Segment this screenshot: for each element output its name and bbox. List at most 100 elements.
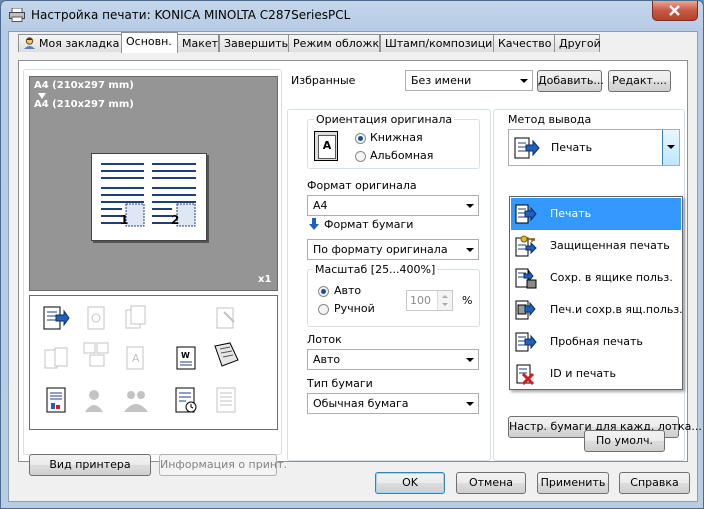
key-print-icon xyxy=(515,235,537,257)
copies-icon[interactable] xyxy=(122,304,150,332)
staple-icon[interactable] xyxy=(212,304,240,332)
account-track-icon[interactable] xyxy=(122,386,150,414)
zoom-value-input: 100 xyxy=(406,290,453,311)
apply-button[interactable]: Применить xyxy=(537,472,609,494)
output-option-id-print[interactable]: ID и печать xyxy=(511,358,681,390)
zoom-auto-radio[interactable] xyxy=(318,286,329,297)
tab-my-tab[interactable]: Моя закладка xyxy=(18,34,122,52)
landscape-label: Альбомная xyxy=(370,149,434,162)
print-output-icon xyxy=(514,137,540,159)
page-number-2: 2 xyxy=(171,213,180,227)
output-option-proof-print[interactable]: Пробная печать xyxy=(511,326,681,358)
original-size-value: A4 xyxy=(313,199,328,212)
output-print-icon[interactable] xyxy=(42,304,70,332)
original-size-select[interactable]: A4 xyxy=(307,195,479,216)
output-option-secure-print[interactable]: Защищенная печать xyxy=(511,230,681,262)
copies-indicator: x1 xyxy=(258,274,272,285)
tab-label: Другой xyxy=(559,37,601,50)
close-icon xyxy=(669,5,680,16)
tab-label: Моя закладка xyxy=(39,37,120,50)
option-label: ID и печать xyxy=(550,367,616,380)
id-print-icon xyxy=(516,364,535,385)
output-method-value: Печать xyxy=(551,141,593,154)
printer-info-button: Информация о принт. xyxy=(159,454,287,476)
chevron-down-icon xyxy=(520,79,528,83)
defaults-button[interactable]: По умолч. xyxy=(584,430,665,452)
paper-type-label: Тип бумаги xyxy=(307,377,373,390)
tab-label: Основн. xyxy=(126,35,172,48)
tab-stamp[interactable]: Штамп/композиция xyxy=(380,34,499,52)
dropdown-arrow-button[interactable] xyxy=(662,130,679,165)
tab-basic[interactable]: Основн. xyxy=(121,32,178,53)
tab-layout[interactable]: Макет xyxy=(177,34,219,52)
fold-icon[interactable] xyxy=(212,340,240,368)
spin-arrows-icon xyxy=(437,291,452,310)
close-button[interactable] xyxy=(652,1,698,21)
landscape-radio[interactable] xyxy=(355,151,366,162)
add-favorite-button[interactable]: Добавить... xyxy=(537,70,604,92)
two-up-layout-icon xyxy=(101,163,196,227)
option-label: Печать xyxy=(550,207,592,220)
collate-icon[interactable] xyxy=(82,304,110,332)
paper-type-select[interactable]: Обычная бумага xyxy=(307,393,479,414)
zoom-manual-label: Ручной xyxy=(334,302,375,315)
chevron-down-icon xyxy=(466,402,474,406)
output-option-print-and-save[interactable]: Печ.и сохр.в ящ.польз. xyxy=(511,294,683,326)
tab-quality[interactable]: Качество xyxy=(493,34,555,52)
output-option-save-box[interactable]: Сохр. в ящике польз. xyxy=(511,262,681,294)
duplex-icon[interactable] xyxy=(42,344,70,372)
option-label: Защищенная печать xyxy=(550,239,670,252)
original-size-label: Формат оригинала xyxy=(307,179,417,192)
zoom-label: Масштаб [25...400%] xyxy=(313,263,438,276)
edit-favorite-button[interactable]: Редакт.... xyxy=(608,70,671,92)
svg-text:A: A xyxy=(132,352,140,365)
tray-value: Авто xyxy=(313,353,341,366)
combine-icon[interactable] xyxy=(82,340,110,368)
printer-view-button[interactable]: Вид принтера xyxy=(29,454,151,476)
printer-icon xyxy=(9,8,25,22)
dialog-client: Моя закладка Основн. Макет Завершить Реж… xyxy=(8,31,702,502)
tray-label: Лоток xyxy=(307,333,342,346)
portrait-radio[interactable] xyxy=(355,133,366,144)
watermark-icon[interactable] xyxy=(212,386,240,414)
zoom-value: 100 xyxy=(410,294,431,307)
print-preview: A4 (210x297 mm) A4 (210x297 mm) 1 2 x1 xyxy=(29,76,278,291)
tab-cover-mode[interactable]: Режим обложки xyxy=(288,34,386,52)
option-label: Сохр. в ящике польз. xyxy=(550,271,673,284)
zoom-manual-radio[interactable] xyxy=(318,304,329,315)
print-output-icon xyxy=(515,204,537,224)
stamp-icon[interactable] xyxy=(172,386,200,414)
tab-finish[interactable]: Завершить xyxy=(219,34,289,52)
title-bar[interactable]: Настройка печати: KONICA MINOLTA C287Ser… xyxy=(1,1,703,31)
color-document-icon[interactable] xyxy=(42,386,70,414)
output-option-print[interactable]: Печать xyxy=(511,198,681,230)
print-save-box-icon xyxy=(515,300,536,320)
arrow-down-blue-icon xyxy=(309,218,319,230)
paper-size-label: Формат бумаги xyxy=(324,218,414,231)
output-method-select[interactable]: Печать xyxy=(508,129,680,166)
ok-button[interactable]: OK xyxy=(375,472,445,494)
tab-label: Режим обложки xyxy=(293,37,387,50)
favorites-select[interactable]: Без имени xyxy=(405,70,533,91)
cancel-button[interactable]: Отмена xyxy=(456,472,526,494)
window-title: Настройка печати: KONICA MINOLTA C287Ser… xyxy=(31,8,351,22)
booklet-icon[interactable]: A xyxy=(122,344,150,372)
basic-tab-panel: A4 (210x297 mm) A4 (210x297 mm) 1 2 x1 A… xyxy=(18,60,702,476)
zoom-unit: % xyxy=(462,294,473,307)
preview-paper-size: A4 (210x297 mm) xyxy=(34,99,134,110)
option-label: Пробная печать xyxy=(550,335,643,348)
tab-label: Макет xyxy=(182,37,219,50)
user-icon xyxy=(24,37,35,49)
paper-size-value: По формату оригинала xyxy=(313,243,448,256)
paper-size-select[interactable]: По формату оригинала xyxy=(307,239,479,260)
tray-select[interactable]: Авто xyxy=(307,349,479,370)
preview-original-size: A4 (210x297 mm) xyxy=(34,80,134,91)
user-auth-icon[interactable] xyxy=(82,386,110,414)
orientation-label: Ориентация оригинала xyxy=(314,113,455,126)
save-box-icon xyxy=(515,268,537,289)
svg-text:W: W xyxy=(181,351,190,360)
preview-page: 1 2 xyxy=(91,153,207,241)
tab-other[interactable]: Другой xyxy=(554,34,601,52)
help-button[interactable]: Справка xyxy=(619,472,690,494)
punch-icon[interactable]: W xyxy=(172,344,200,372)
